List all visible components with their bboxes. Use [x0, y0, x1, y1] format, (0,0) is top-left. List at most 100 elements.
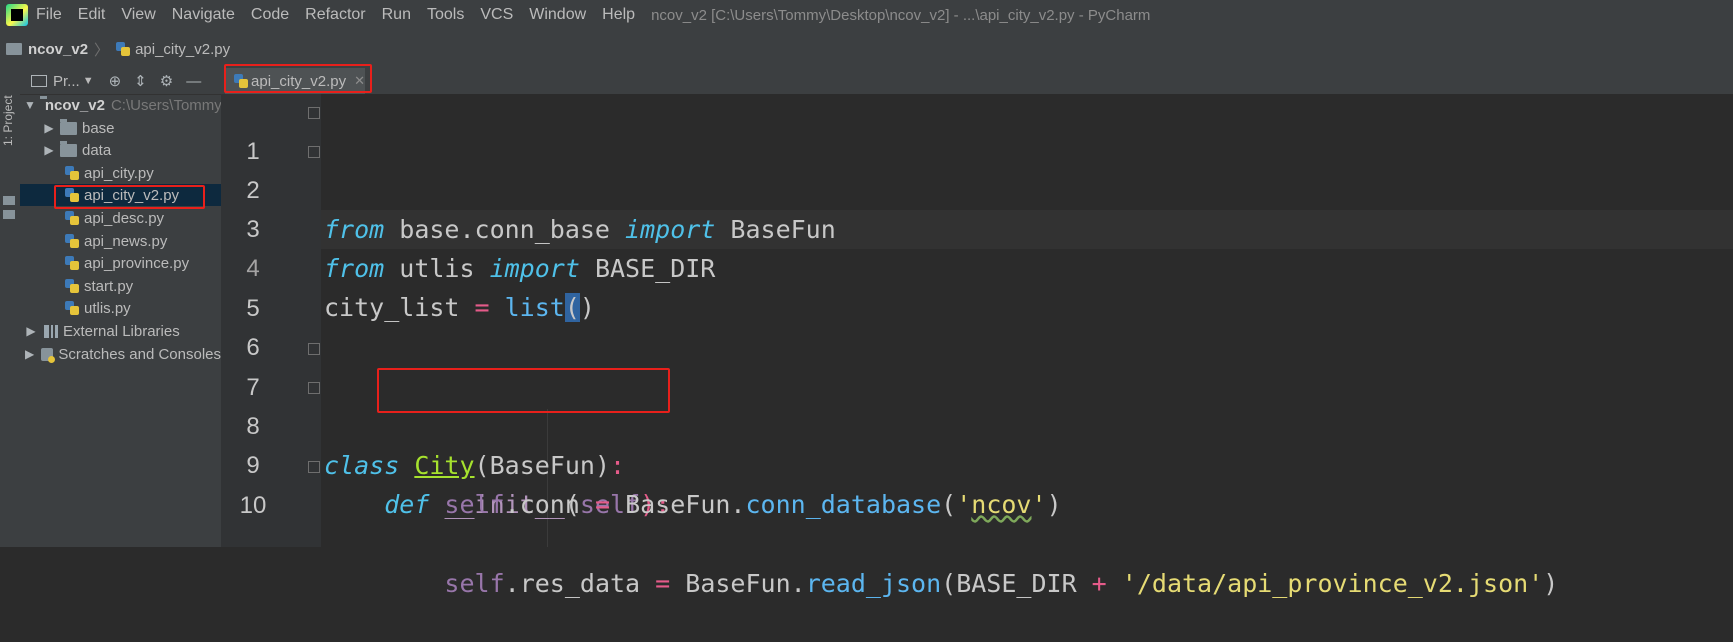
- folder-icon: [3, 196, 16, 224]
- string-quote: ': [956, 490, 972, 519]
- window-title: ncov_v2 [C:\Users\Tommy\Desktop\ncov_v2]…: [651, 6, 1151, 24]
- chevron-right-icon[interactable]: ▶: [24, 347, 35, 361]
- tree-file-start[interactable]: start.py: [20, 275, 221, 297]
- tree-item-label: Scratches and Consoles: [58, 345, 221, 363]
- string-literal: '/data/api_province_v2.json': [1106, 569, 1544, 598]
- tree-file-api-province[interactable]: api_province.py: [20, 252, 221, 274]
- menu-run[interactable]: Run: [382, 6, 411, 24]
- attribute: .conn: [504, 490, 595, 519]
- code-line: 7 class City(BaseFun):: [221, 329, 1733, 480]
- code-line: 2 from utlis import BASE_DIR: [221, 132, 1733, 283]
- python-file-icon: [64, 255, 80, 271]
- menu-navigate[interactable]: Navigate: [172, 6, 235, 24]
- fold-marker-icon[interactable]: [308, 461, 320, 473]
- python-file-icon: [64, 187, 80, 203]
- menu-vcs[interactable]: VCS: [480, 6, 513, 24]
- hide-icon[interactable]: —: [186, 73, 201, 90]
- fold-marker-icon[interactable]: [308, 343, 320, 355]
- code-line: 10 self.res_data = BaseFun.read_json(BAS…: [221, 447, 1733, 598]
- chevron-right-icon[interactable]: ▶: [42, 143, 56, 157]
- tree-item-label: api_desc.py: [84, 209, 165, 227]
- python-file-icon: [64, 210, 80, 226]
- locate-icon[interactable]: ⊕: [109, 72, 122, 90]
- menu-help[interactable]: Help: [602, 6, 635, 24]
- tree-root-label: ncov_v2: [44, 96, 105, 114]
- tree-item-label: api_city_v2.py: [84, 186, 180, 204]
- tree-external-libraries[interactable]: ▶ External Libraries: [20, 320, 221, 342]
- folder-icon: [60, 118, 77, 135]
- project-view-icon: [31, 75, 47, 87]
- class-ref: BaseFun.: [670, 569, 806, 598]
- code-line: 6: [221, 289, 1733, 361]
- chevron-right-icon[interactable]: ▶: [24, 324, 38, 338]
- folder-icon: [6, 43, 22, 55]
- self-ref: self: [444, 569, 505, 598]
- paren: ): [1543, 569, 1559, 598]
- tree-item-label: base: [82, 119, 115, 137]
- breadcrumb-project[interactable]: ncov_v2: [28, 41, 88, 58]
- tab-api-city-v2[interactable]: api_city_v2.py ✕: [225, 68, 365, 94]
- tree-scratches[interactable]: ▶ Scratches and Consoles: [20, 343, 221, 365]
- tree-item-label: api_province.py: [84, 254, 190, 272]
- menu-code[interactable]: Code: [251, 6, 289, 24]
- class-ref: BaseFun.: [610, 490, 746, 519]
- chevron-down-icon[interactable]: ▼: [83, 75, 94, 87]
- project-view-selector[interactable]: Pr...: [53, 73, 80, 90]
- tree-item-label: utlis.py: [84, 299, 131, 317]
- breadcrumb: ncov_v2 〉 api_city_v2.py: [0, 30, 1733, 69]
- string-literal: ncov: [971, 490, 1032, 519]
- tree-file-api-news[interactable]: api_news.py: [20, 230, 221, 252]
- operator: +: [1091, 569, 1107, 598]
- close-icon[interactable]: ✕: [354, 73, 365, 89]
- code-line: 1 from base.conn_base import BaseFun: [221, 93, 1733, 244]
- menu-edit[interactable]: Edit: [78, 6, 106, 24]
- python-file-icon: [64, 165, 80, 181]
- breadcrumb-file[interactable]: api_city_v2.py: [135, 41, 230, 58]
- code-line-current: 4 city_list = list(): [221, 210, 1733, 322]
- menu-tools[interactable]: Tools: [427, 6, 464, 24]
- operator: =: [594, 490, 611, 519]
- method-call: read_json: [805, 569, 942, 598]
- collapse-all-icon[interactable]: ⇕: [134, 72, 147, 90]
- tree-folder-base[interactable]: ▶ base: [20, 117, 221, 139]
- code-line: 8 def __init__(self):: [221, 368, 1733, 519]
- tree-root-path: C:\Users\Tommy: [110, 96, 221, 114]
- tree-file-api-city-v2[interactable]: api_city_v2.py: [20, 184, 221, 206]
- chevron-right-icon[interactable]: ▶: [42, 121, 56, 135]
- code-editor[interactable]: 1 from base.conn_base import BaseFun 2 f…: [221, 93, 1733, 598]
- code-line: 3: [221, 171, 1733, 243]
- tree-item-label: data: [82, 141, 112, 159]
- tree-file-api-desc[interactable]: api_desc.py: [20, 207, 221, 229]
- folder-icon: [60, 140, 77, 157]
- gear-icon[interactable]: ⚙: [160, 72, 173, 90]
- tree-item-label: api_city.py: [84, 164, 154, 182]
- attribute: .res_data: [504, 569, 656, 598]
- tool-window-strip: 1: Project: [0, 68, 21, 547]
- pycharm-logo-icon: [6, 4, 28, 26]
- code-line: 9 self.conn = BaseFun.conn_database('nco…: [221, 407, 1733, 519]
- menu-file[interactable]: File: [36, 6, 62, 24]
- line-number: 10: [239, 492, 267, 519]
- menu-refactor[interactable]: Refactor: [305, 6, 365, 24]
- project-toolbar: Pr... ▼ ⊕ ⇕ ⚙ —: [20, 68, 221, 95]
- scratches-icon: [41, 347, 56, 363]
- python-file-icon: [115, 41, 131, 57]
- menu-bar: File Edit View Navigate Code Refactor Ru…: [0, 0, 1733, 30]
- paren: (: [941, 490, 957, 519]
- python-file-icon: [233, 73, 248, 89]
- tree-root[interactable]: ▼ ncov_v2 C:\Users\Tommy: [20, 94, 221, 116]
- project-tool-window-button[interactable]: 1: Project: [1, 76, 19, 146]
- python-file-icon: [64, 278, 80, 294]
- fold-marker-icon[interactable]: [308, 107, 320, 119]
- fold-marker-icon[interactable]: [308, 146, 320, 158]
- tree-item-label: api_news.py: [84, 232, 168, 250]
- tree-file-utlis[interactable]: utlis.py: [20, 297, 221, 319]
- tree-file-api-city[interactable]: api_city.py: [20, 162, 221, 184]
- menu-window[interactable]: Window: [529, 6, 586, 24]
- menu-view[interactable]: View: [121, 6, 155, 24]
- chevron-down-icon[interactable]: ▼: [24, 98, 36, 112]
- tree-folder-data[interactable]: ▶ data: [20, 139, 221, 161]
- fold-marker-icon[interactable]: [308, 382, 320, 394]
- project-panel: Pr... ▼ ⊕ ⇕ ⚙ — ▼ ncov_v2 C:\Users\Tommy…: [20, 68, 222, 547]
